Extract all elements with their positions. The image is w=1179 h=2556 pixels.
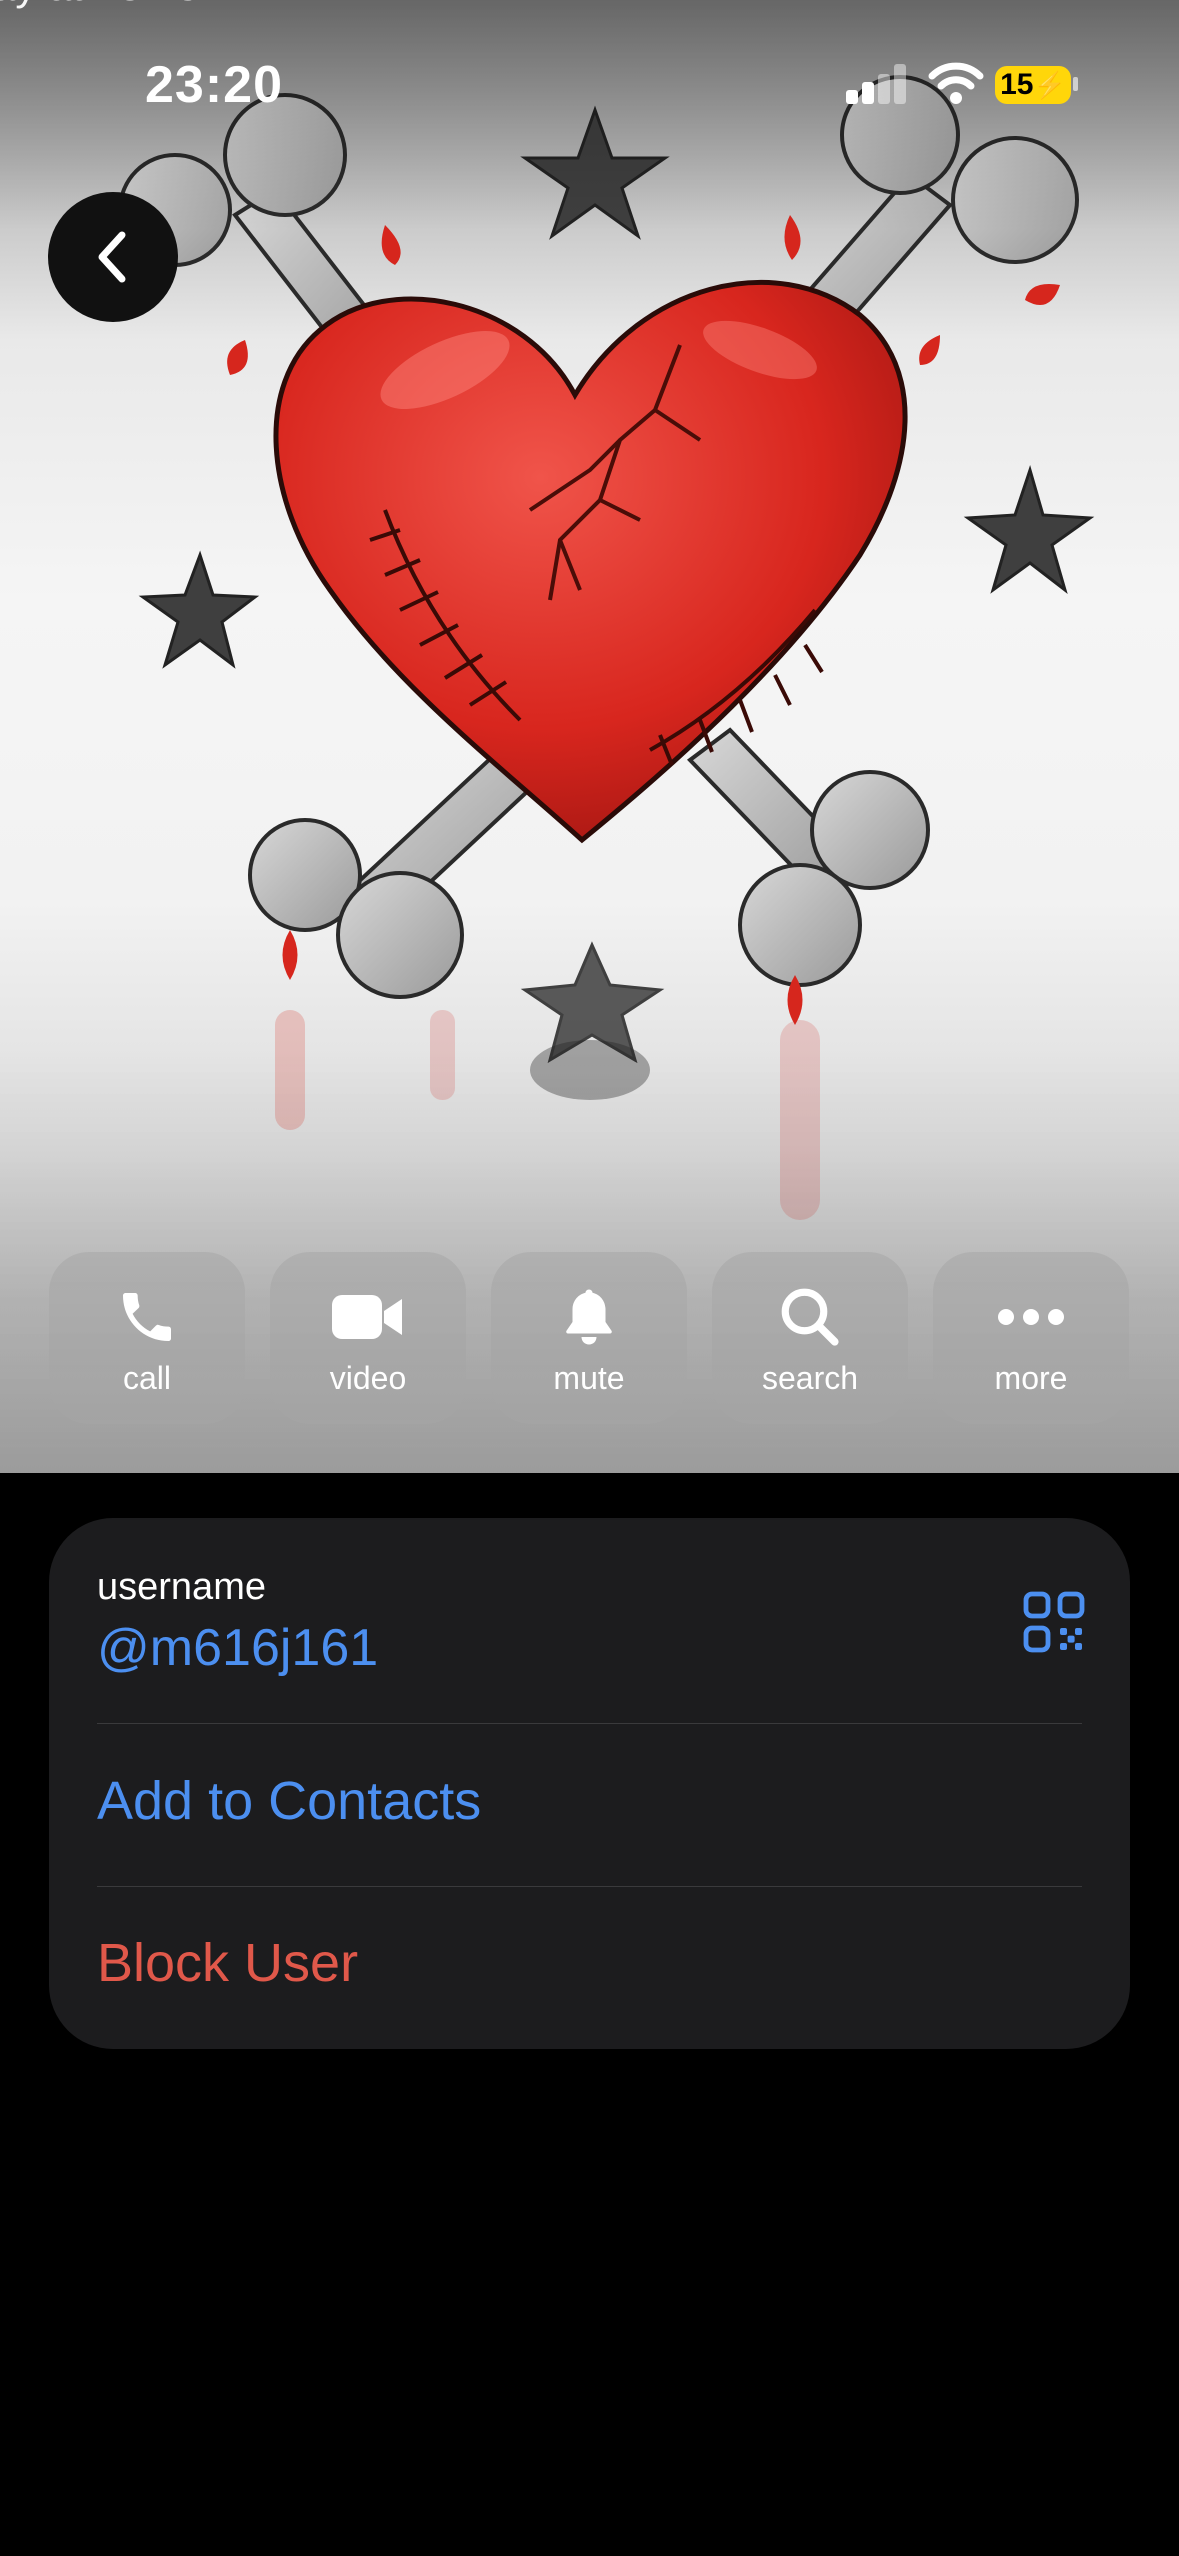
divider xyxy=(97,1886,1082,1887)
video-button[interactable]: video xyxy=(270,1252,466,1424)
battery-icon: 15 ⚡ xyxy=(995,66,1071,104)
call-button[interactable]: call xyxy=(49,1252,245,1424)
username-value[interactable]: @m616j161 xyxy=(97,1618,378,1678)
chevron-left-icon xyxy=(98,231,126,283)
divider xyxy=(97,1723,1082,1724)
search-label: search xyxy=(761,1360,859,1396)
profile-photo[interactable]: ay at 23:15 23:20 15⚡ call xyxy=(0,0,1179,1473)
more-label: more xyxy=(994,1360,1068,1396)
mute-button[interactable]: mute xyxy=(491,1252,687,1424)
qr-code-icon xyxy=(1023,1591,1085,1653)
status-time: 23:20 xyxy=(145,56,283,114)
status-indicators: 15 ⚡ xyxy=(840,62,1080,112)
profile-info-card: username @m616j161 Add to Contacts Block… xyxy=(49,1518,1130,2049)
qr-code-button[interactable] xyxy=(1022,1590,1086,1654)
battery-level: 15 xyxy=(1000,68,1034,101)
phone-icon xyxy=(123,1293,171,1341)
magnifier-icon xyxy=(781,1288,839,1346)
wifi-icon xyxy=(928,62,984,104)
bone-lower-right xyxy=(686,727,930,987)
notification-preview-text: ay at 23:15 xyxy=(0,0,200,10)
username-label: username xyxy=(97,1566,266,1608)
search-button[interactable]: search xyxy=(712,1252,908,1424)
back-button[interactable] xyxy=(48,192,178,322)
ellipsis-icon xyxy=(998,1309,1064,1325)
mute-label: mute xyxy=(553,1360,625,1396)
block-user-button[interactable]: Block User xyxy=(97,1932,358,1994)
bell-icon xyxy=(566,1289,612,1345)
more-button[interactable]: more xyxy=(933,1252,1129,1424)
add-to-contacts-button[interactable]: Add to Contacts xyxy=(97,1770,481,1832)
video-camera-icon xyxy=(332,1295,402,1339)
video-label: video xyxy=(329,1360,407,1396)
call-label: call xyxy=(122,1360,171,1396)
cellular-signal-icon xyxy=(846,62,906,104)
